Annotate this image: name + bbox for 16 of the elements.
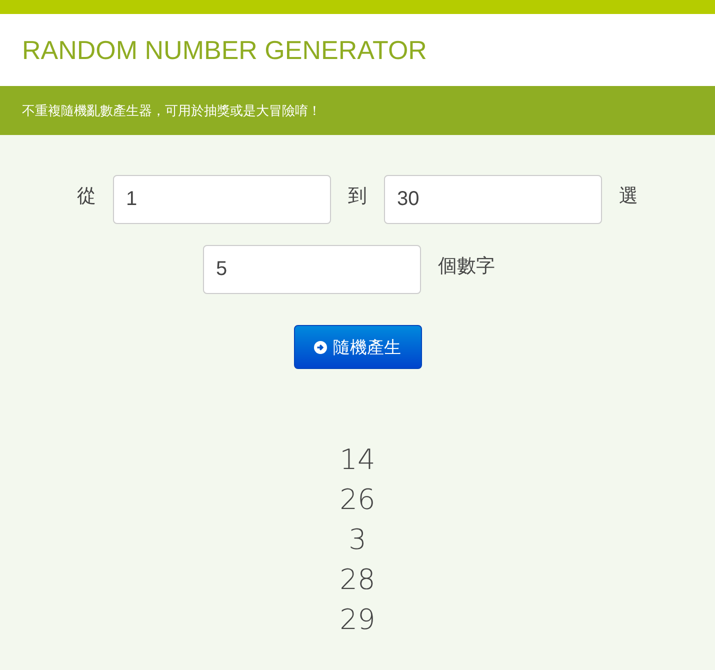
from-label: 從 <box>76 184 97 208</box>
arrow-circle-icon <box>314 340 327 354</box>
result-number: 3 <box>348 522 366 558</box>
result-number: 29 <box>340 602 376 638</box>
result-number: 26 <box>340 482 376 518</box>
result-number: 28 <box>340 562 376 598</box>
to-label: 到 <box>347 184 368 208</box>
to-field[interactable]: 30 <box>384 175 602 224</box>
count-field[interactable]: 5 <box>203 245 421 294</box>
banner-text: 不重複隨機亂數產生器，可用於抽獎或是大冒險唷！ <box>22 102 321 120</box>
count-label: 個數字 <box>437 254 496 278</box>
generate-button[interactable]: 隨機產生 <box>294 325 422 369</box>
from-field[interactable]: 1 <box>113 175 331 224</box>
result-number: 14 <box>340 442 376 478</box>
page-title: RANDOM NUMBER GENERATOR <box>22 34 427 66</box>
pick-label: 選 <box>618 184 639 208</box>
